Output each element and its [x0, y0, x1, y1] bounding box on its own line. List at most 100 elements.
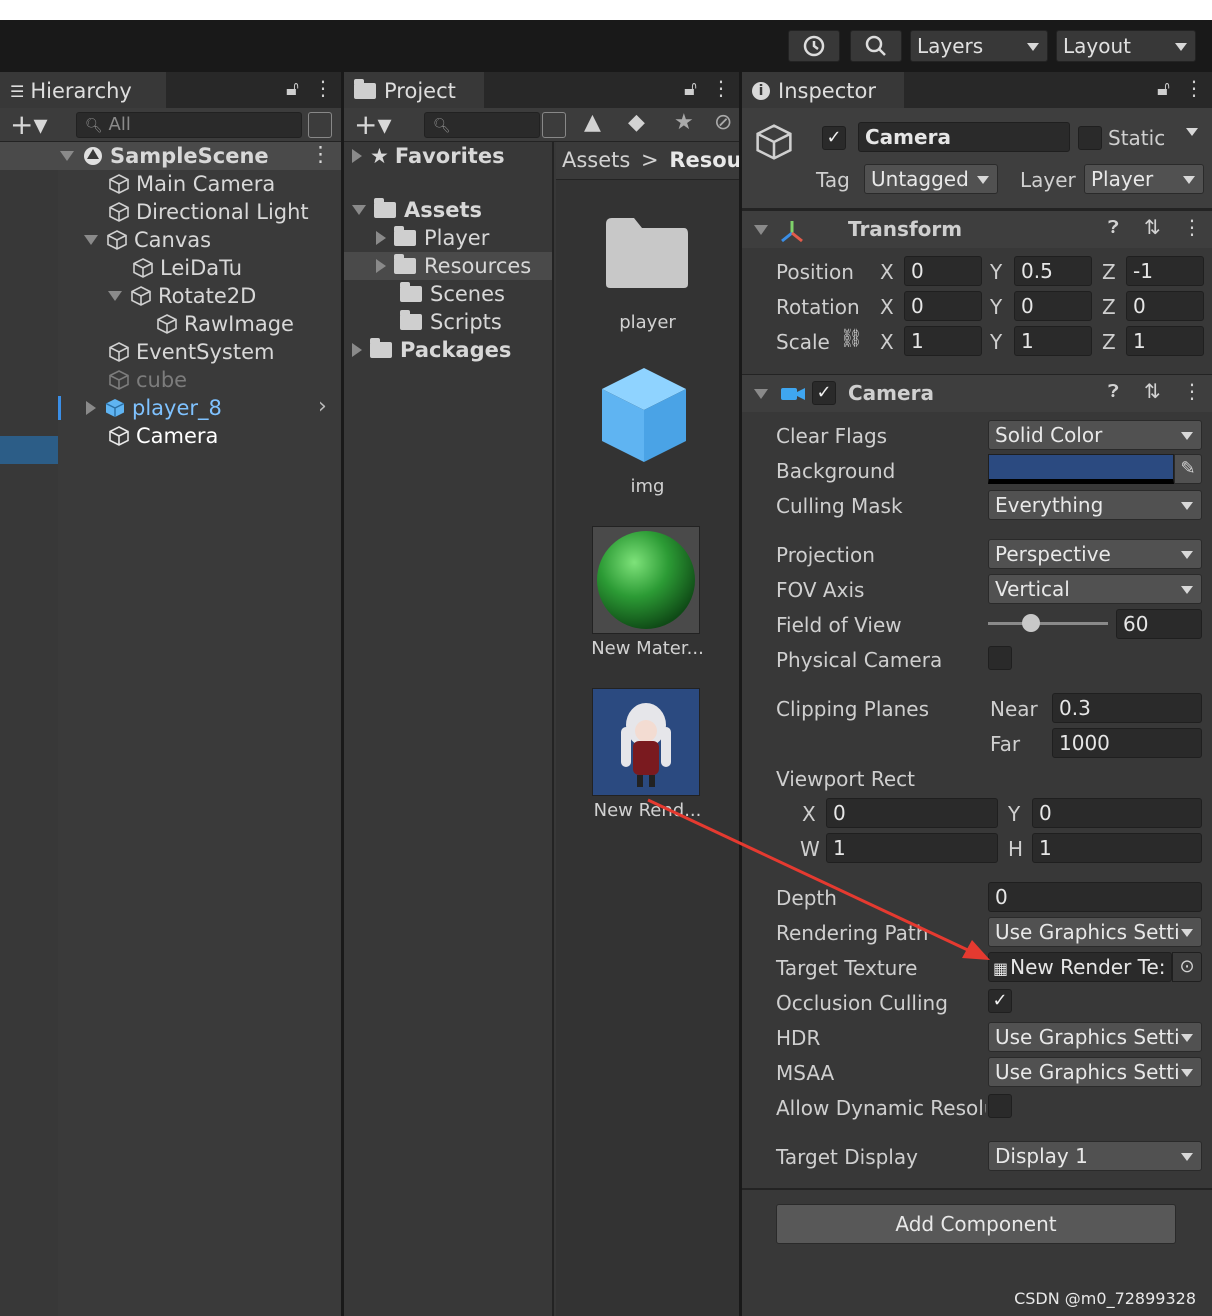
scale-y-field[interactable]: 1 [1014, 326, 1092, 356]
position-x-field[interactable]: 0 [904, 256, 982, 286]
occlusion-culling-checkbox[interactable]: ✓ [988, 989, 1012, 1013]
expand-icon[interactable] [542, 112, 566, 138]
culling-mask-dropdown[interactable]: Everything [988, 490, 1202, 520]
rotation-x-field[interactable]: 0 [904, 291, 982, 321]
tab-inspector[interactable]: i Inspector [742, 72, 904, 108]
layers-dropdown[interactable]: Layers [910, 30, 1048, 62]
expand-arrow-icon[interactable] [84, 235, 98, 245]
breadcrumb-current[interactable]: Resourc [669, 148, 739, 172]
asset-render-texture-thumb[interactable] [592, 688, 700, 796]
tree-resources[interactable]: Resources [376, 252, 531, 280]
breadcrumb-root[interactable]: Assets [562, 148, 630, 172]
eyedropper-icon[interactable]: ✎ [1174, 454, 1202, 484]
tab-project[interactable]: Project [344, 72, 484, 108]
help-icon[interactable]: ❓︎ [1108, 381, 1119, 402]
hierarchy-search-input[interactable]: 🔍︎ All [76, 112, 302, 138]
list-item[interactable]: Directional Light [108, 198, 309, 226]
hidden-eye-icon[interactable]: ⊘ [714, 110, 732, 135]
viewport-h-field[interactable]: 1 [1032, 833, 1202, 863]
expand-arrow-icon[interactable] [108, 291, 122, 301]
target-display-dropdown[interactable]: Display 1 [988, 1141, 1202, 1171]
list-item[interactable]: LeiDaTu [132, 254, 242, 282]
search-button[interactable] [850, 30, 902, 62]
star-icon[interactable]: ★ [674, 110, 694, 135]
chevron-down-icon[interactable] [1186, 128, 1198, 136]
tree-packages[interactable]: Packages [352, 336, 511, 364]
viewport-w-field[interactable]: 1 [826, 833, 998, 863]
tab-hierarchy[interactable]: ☰ Hierarchy [0, 72, 166, 108]
list-item[interactable]: EventSystem [108, 338, 274, 366]
scale-x-field[interactable]: 1 [904, 326, 982, 356]
expand-arrow-icon[interactable] [352, 343, 362, 357]
settings-sliders-icon[interactable]: ⇅ [1144, 215, 1161, 239]
background-color-swatch[interactable] [988, 454, 1174, 484]
viewport-y-field[interactable]: 0 [1032, 798, 1202, 828]
history-button[interactable] [788, 30, 840, 62]
asset-material-thumb[interactable] [592, 526, 700, 634]
expand-arrow-icon[interactable] [376, 259, 386, 273]
fov-slider-track[interactable] [988, 622, 1108, 625]
more-icon[interactable]: ⋮ [1182, 379, 1202, 403]
far-field[interactable]: 1000 [1052, 728, 1202, 758]
scene-item[interactable]: SampleScene ⋮ [60, 142, 331, 170]
collapse-arrow-icon[interactable] [754, 389, 768, 399]
position-z-field[interactable]: -1 [1126, 256, 1204, 286]
tree-scripts[interactable]: Scripts [400, 308, 502, 336]
expand-icon[interactable] [308, 112, 332, 138]
tree-player[interactable]: Player [376, 224, 489, 252]
tree-scenes[interactable]: Scenes [400, 280, 505, 308]
transform-header[interactable]: Transform ❓︎ ⇅ ⋮ [742, 210, 1212, 248]
chevron-right-icon[interactable]: › [318, 394, 327, 419]
expand-arrow-icon[interactable] [86, 401, 96, 415]
lock-icon[interactable]: 🔓︎ [286, 76, 299, 100]
hdr-dropdown[interactable]: Use Graphics Setti [988, 1022, 1202, 1052]
settings-sliders-icon[interactable]: ⇅ [1144, 379, 1161, 403]
list-item-prefab[interactable]: player_8 [86, 394, 222, 422]
rotation-y-field[interactable]: 0 [1014, 291, 1092, 321]
rendering-path-dropdown[interactable]: Use Graphics Setti [988, 917, 1202, 947]
camera-component-header[interactable]: ✓ Camera ❓︎ ⇅ ⋮ [742, 374, 1212, 412]
dynamic-resolution-checkbox[interactable] [988, 1094, 1012, 1118]
physical-camera-checkbox[interactable] [988, 646, 1012, 670]
list-item[interactable]: Main Camera [108, 170, 275, 198]
scale-z-field[interactable]: 1 [1126, 326, 1204, 356]
expand-arrow-icon[interactable] [60, 151, 74, 161]
near-field[interactable]: 0.3 [1052, 693, 1202, 723]
fov-slider-thumb[interactable] [1022, 614, 1040, 632]
position-y-field[interactable]: 0.5 [1014, 256, 1092, 286]
fov-field[interactable]: 60 [1116, 609, 1202, 639]
layout-dropdown[interactable]: Layout [1056, 30, 1196, 62]
gameobject-cube-icon[interactable] [754, 122, 794, 162]
rotation-z-field[interactable]: 0 [1126, 291, 1204, 321]
collapse-arrow-icon[interactable] [754, 225, 768, 235]
object-name-field[interactable]: Camera [858, 122, 1070, 152]
project-search-input[interactable]: 🔍︎ [424, 112, 540, 138]
active-checkbox[interactable]: ✓ [822, 126, 846, 150]
object-picker-icon[interactable]: ⊙ [1172, 952, 1202, 982]
layer-dropdown[interactable]: Player [1084, 164, 1204, 194]
more-icon[interactable]: ⋮ [313, 76, 333, 100]
add-component-button[interactable]: Add Component [776, 1204, 1176, 1244]
tree-favorites[interactable]: ★ Favorites [352, 142, 505, 170]
fov-axis-dropdown[interactable]: Vertical [988, 574, 1202, 604]
more-icon[interactable]: ⋮ [310, 142, 331, 166]
projection-dropdown[interactable]: Perspective [988, 539, 1202, 569]
clear-flags-dropdown[interactable]: Solid Color [988, 420, 1202, 450]
tag-icon[interactable]: ◆ [628, 110, 645, 135]
create-plus-icon[interactable]: +▾ [354, 108, 392, 141]
list-item[interactable]: RawImage [156, 310, 294, 338]
lock-icon[interactable]: 🔓︎ [684, 76, 697, 100]
list-item[interactable]: Canvas [84, 226, 211, 254]
list-item-selected[interactable]: Camera [108, 422, 218, 450]
viewport-x-field[interactable]: 0 [826, 798, 998, 828]
more-icon[interactable]: ⋮ [1182, 215, 1202, 239]
expand-arrow-icon[interactable] [352, 149, 362, 163]
tree-assets[interactable]: Assets [352, 196, 482, 224]
depth-field[interactable]: 0 [988, 882, 1202, 912]
help-icon[interactable]: ❓︎ [1108, 217, 1119, 238]
asset-folder-player[interactable] [604, 216, 690, 290]
static-checkbox[interactable] [1078, 126, 1102, 150]
more-icon[interactable]: ⋮ [711, 76, 731, 100]
asset-prefab-img[interactable] [598, 364, 690, 466]
msaa-dropdown[interactable]: Use Graphics Setti [988, 1057, 1202, 1087]
